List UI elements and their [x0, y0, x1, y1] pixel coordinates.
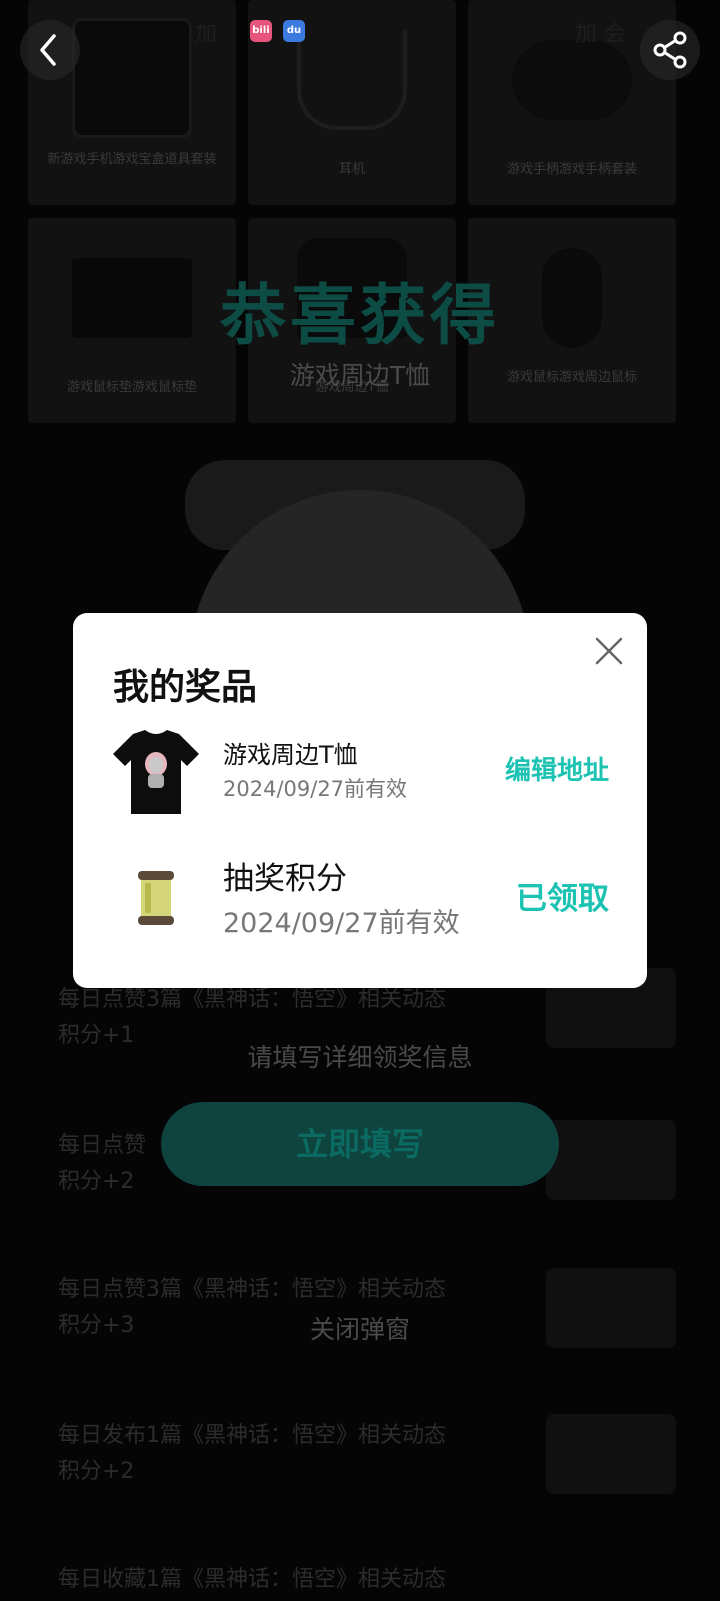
task-thumbnail: [546, 1414, 676, 1494]
claim-hint: 请填写详细领奖信息: [247, 1043, 473, 1072]
status-text: 加 会: [575, 22, 626, 47]
task-item: 每日收藏1篇《黑神话：悟空》相关动态: [58, 1567, 446, 1592]
fill-now-button[interactable]: 立即填写: [161, 1102, 559, 1186]
edit-address-button[interactable]: 编辑地址: [505, 750, 609, 787]
app-badge-bilibili: bili: [250, 20, 272, 42]
top-bar: 加 bili du 加 会: [0, 0, 720, 100]
grid-item-label: 耳机: [338, 162, 365, 177]
task-item: 每日点赞 积分+2: [58, 1133, 147, 1194]
prize-row: 游戏周边T恤 2024/09/27前有效 编辑地址: [73, 723, 647, 833]
prize-name: 游戏周边T恤: [223, 741, 358, 769]
modal-title: 我的奖品: [113, 667, 258, 708]
prize-row: 抽奖积分 2024/09/27前有效 已领取: [73, 843, 647, 963]
app-badge-du: du: [283, 20, 305, 42]
prize-validity: 2024/09/27前有效: [223, 777, 408, 801]
close-icon: [595, 637, 623, 665]
prize-name: 抽奖积分: [223, 861, 347, 897]
modal-close-button[interactable]: [591, 633, 627, 669]
chevron-left-icon: [40, 34, 56, 66]
task-item: 每日发布1篇《黑神话：悟空》相关动态 积分+2: [58, 1423, 446, 1484]
won-prize-name: 游戏周边T恤: [289, 361, 431, 390]
page-root: 新游戏手机游戏宝盒道具套装 耳机 游戏手柄游戏手柄套装 游戏鼠标垫游戏鼠标垫 游…: [0, 0, 720, 1601]
task-thumbnail: [546, 1120, 676, 1200]
back-button[interactable]: [20, 20, 80, 80]
my-prizes-modal: 我的奖品 游戏周边T恤 2024/09/27前有效 编辑地址 抽奖积分 2024…: [73, 613, 647, 988]
share-icon: [653, 31, 687, 69]
prize-validity: 2024/09/27前有效: [223, 908, 460, 939]
tshirt-image: [111, 728, 201, 818]
grid-item-label: 新游戏手机游戏宝盒道具套装: [47, 152, 217, 167]
claimed-status: 已领取: [516, 881, 609, 917]
status-text: 加: [195, 22, 218, 47]
points-scroll-image: [111, 853, 201, 943]
grid-item-label: 游戏手柄游戏手柄套装: [506, 162, 637, 177]
congrats-title: 恭喜获得: [220, 277, 500, 354]
close-popup-link[interactable]: 关闭弹窗: [0, 1310, 720, 1346]
share-button[interactable]: [640, 20, 700, 80]
